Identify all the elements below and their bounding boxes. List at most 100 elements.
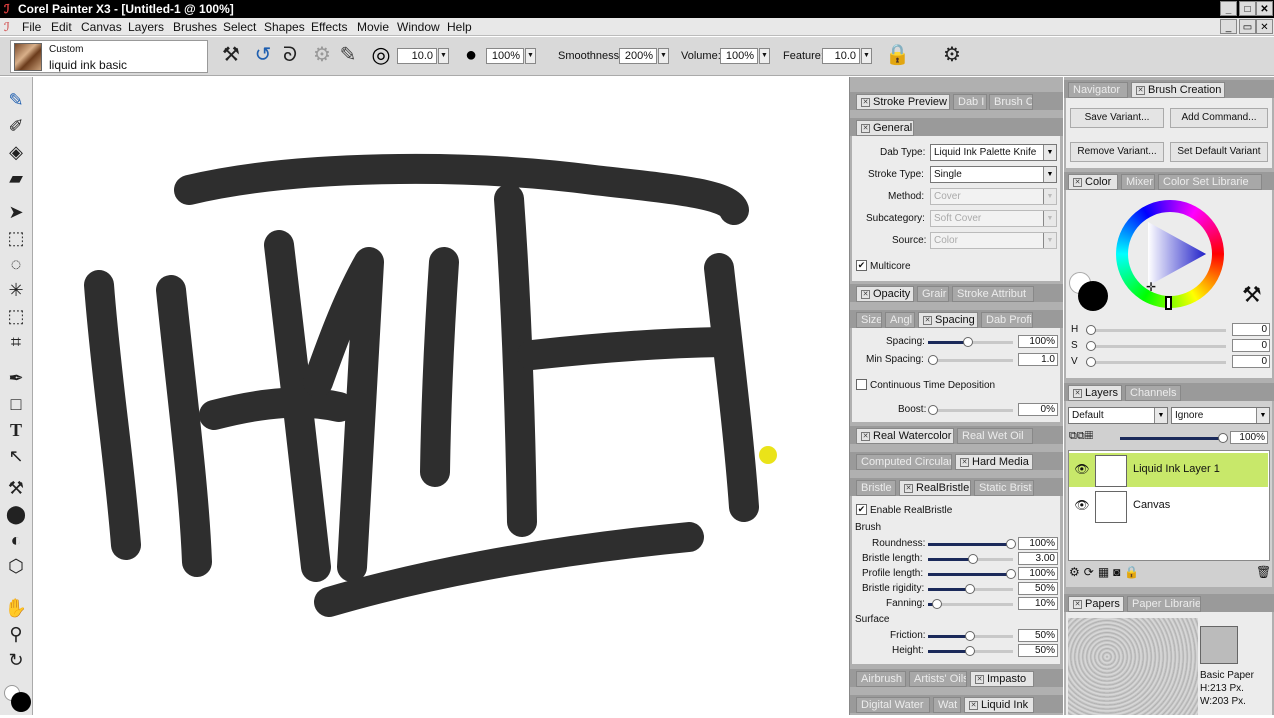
tab-general[interactable]: ✕ General — [856, 120, 914, 136]
spacing-value[interactable]: 100% — [1018, 335, 1058, 348]
tab-layers[interactable]: ✕ Layers — [1068, 385, 1122, 401]
dab-type-select[interactable]: Liquid Ink Palette Knife ▼ — [930, 144, 1057, 161]
app-menu-icon[interactable]: ℐ — [4, 20, 18, 34]
opacity-dropdown[interactable]: ▼ — [525, 48, 536, 64]
tab-impasto[interactable]: ✕ Impasto — [970, 671, 1034, 687]
multicore-checkbox[interactable]: ✔ — [856, 260, 867, 271]
tab-grain[interactable]: Grair — [917, 286, 949, 302]
min-spacing-slider[interactable] — [928, 355, 1013, 365]
fanning-value[interactable]: 10% — [1018, 597, 1058, 610]
doc-minimize-button[interactable]: _ — [1220, 19, 1237, 34]
height-value[interactable]: 50% — [1018, 644, 1058, 657]
method-select[interactable]: Cover ▼ — [930, 188, 1057, 205]
profile-length-value[interactable]: 100% — [1018, 567, 1058, 580]
smoothness-dropdown[interactable]: ▼ — [658, 48, 669, 64]
tab-bristle[interactable]: Bristle — [856, 480, 896, 496]
tab-stroke-attributes[interactable]: Stroke Attribut — [952, 286, 1034, 302]
menu-file[interactable]: File — [22, 20, 41, 34]
lasso-tool-icon[interactable]: ◌ — [4, 253, 28, 275]
primary-color-swatch[interactable] — [1078, 281, 1108, 311]
dodge-tool-icon[interactable]: ◐ — [4, 529, 28, 551]
tab-color[interactable]: ✕ Color — [1068, 174, 1118, 190]
tab-opacity[interactable]: ✕ Opacity — [856, 286, 914, 302]
volume-input[interactable]: 100% — [720, 48, 758, 64]
tab-spacing[interactable]: ✕ Spacing — [918, 312, 978, 328]
friction-slider[interactable] — [928, 631, 1013, 641]
tab-stroke-preview[interactable]: ✕ Stroke Preview — [856, 94, 950, 110]
s-value[interactable]: 0 — [1232, 339, 1270, 352]
remove-variant-button[interactable]: Remove Variant... — [1070, 142, 1164, 162]
source-select[interactable]: Color ▼ — [930, 232, 1057, 249]
text-tool-icon[interactable]: T — [4, 419, 28, 441]
tab-mixer[interactable]: Mixer — [1121, 174, 1155, 190]
tab-color-set-libraries[interactable]: Color Set Librarie — [1158, 174, 1262, 190]
magic-wand-tool-icon[interactable]: ✳ — [4, 279, 28, 301]
menu-brushes[interactable]: Brushes — [173, 20, 217, 34]
tab-dab-preview[interactable]: Dab I — [953, 94, 987, 110]
tab-static-bristle[interactable]: Static Brist — [974, 480, 1034, 496]
main-color-swatch[interactable] — [11, 692, 31, 712]
saturation-triangle[interactable] — [1116, 200, 1224, 308]
crop-tool-icon[interactable]: ⌗ — [4, 331, 28, 353]
boost-value[interactable]: 0% — [1018, 403, 1058, 416]
tab-size[interactable]: Size — [856, 312, 882, 328]
menu-shapes[interactable]: Shapes — [264, 20, 305, 34]
composite-method-select[interactable]: Default ▼ — [1068, 407, 1168, 424]
paper-texture-preview[interactable] — [1068, 618, 1198, 715]
bristle-rigidity-value[interactable]: 50% — [1018, 582, 1058, 595]
menu-select[interactable]: Select — [223, 20, 256, 34]
reset-tool-icon[interactable]: ⚒ — [219, 43, 243, 67]
v-slider[interactable] — [1086, 357, 1226, 367]
eraser-tool-icon[interactable]: ▰ — [4, 167, 28, 189]
bristle-rigidity-slider[interactable] — [928, 584, 1013, 594]
continuous-time-deposition-checkbox[interactable] — [856, 379, 867, 390]
rotate-page-tool-icon[interactable]: ↻ — [4, 649, 28, 671]
magnifier-tool-icon[interactable]: ⚲ — [4, 623, 28, 645]
h-value[interactable]: 0 — [1232, 323, 1270, 336]
freehand-stroke-icon[interactable]: ↺ — [251, 43, 275, 67]
brush-ghost-icon[interactable]: ✎ — [336, 43, 360, 67]
add-command-button[interactable]: Add Command... — [1170, 108, 1268, 128]
profile-length-slider[interactable] — [928, 569, 1016, 579]
min-spacing-value[interactable]: 1.0 — [1018, 353, 1058, 366]
roundness-value[interactable]: 100% — [1018, 537, 1058, 550]
tab-artists-oils[interactable]: Artists' Oils — [909, 671, 967, 687]
friction-value[interactable]: 50% — [1018, 629, 1058, 642]
fanning-slider[interactable] — [928, 599, 1013, 609]
tab-computed-circular[interactable]: Computed Circular — [856, 454, 952, 470]
tab-hard-media[interactable]: ✕ Hard Media — [955, 454, 1033, 470]
composite-depth-select[interactable]: Ignore ▼ — [1171, 407, 1270, 424]
tab-dab-profile[interactable]: Dab Profi — [981, 312, 1033, 328]
hue-ring[interactable]: ✛ — [1116, 200, 1224, 310]
tab-paper-libraries[interactable]: Paper Libraries — [1127, 596, 1201, 612]
tab-real-wet-oil[interactable]: Real Wet Oil — [957, 428, 1033, 444]
tab-angle[interactable]: Angl — [885, 312, 915, 328]
pen-tool-icon[interactable]: ✒ — [4, 367, 28, 389]
brush-selector[interactable]: Custom liquid ink basic — [10, 40, 208, 73]
stroke-type-select[interactable]: Single ▼ — [930, 166, 1057, 183]
maximize-button[interactable]: □ — [1239, 1, 1256, 16]
layer-commands-icons[interactable]: ⚙⟳▦◙🔒 — [1069, 565, 1143, 579]
set-default-variant-button[interactable]: Set Default Variant — [1170, 142, 1268, 162]
visibility-eye-icon[interactable]: 👁 — [1073, 498, 1091, 512]
clone-color-stamp-icon[interactable]: ⚒ — [1242, 282, 1262, 308]
tab-brush-creation[interactable]: ✕ Brush Creation — [1131, 82, 1225, 98]
rubber-stamp-tool-icon[interactable]: ⬤ — [4, 503, 28, 525]
layer-opacity-slider[interactable] — [1120, 433, 1228, 443]
brush-tracking-icon[interactable]: ⚙ — [940, 43, 964, 67]
boost-slider[interactable] — [928, 405, 1013, 415]
menu-layers[interactable]: Layers — [128, 20, 164, 34]
doc-close-button[interactable]: ✕ — [1256, 19, 1273, 34]
menu-canvas[interactable]: Canvas — [81, 20, 122, 34]
layer-options-icons[interactable]: ⧉⧉▦ — [1069, 430, 1093, 443]
doc-restore-button[interactable]: ▭ — [1239, 19, 1256, 34]
grabber-tool-icon[interactable]: ✋ — [4, 597, 28, 619]
rect-select-tool-icon[interactable]: ⬚ — [4, 227, 28, 249]
canvas-area[interactable] — [34, 77, 849, 715]
save-variant-button[interactable]: Save Variant... — [1070, 108, 1164, 128]
menu-window[interactable]: Window — [397, 20, 440, 34]
tab-brush-calibration[interactable]: Brush C — [989, 94, 1033, 110]
menu-movie[interactable]: Movie — [357, 20, 389, 34]
layer-row-liquid-ink[interactable]: 👁 Liquid Ink Layer 1 — [1069, 453, 1268, 487]
tab-realbristle[interactable]: ✕ RealBristle — [899, 480, 971, 496]
